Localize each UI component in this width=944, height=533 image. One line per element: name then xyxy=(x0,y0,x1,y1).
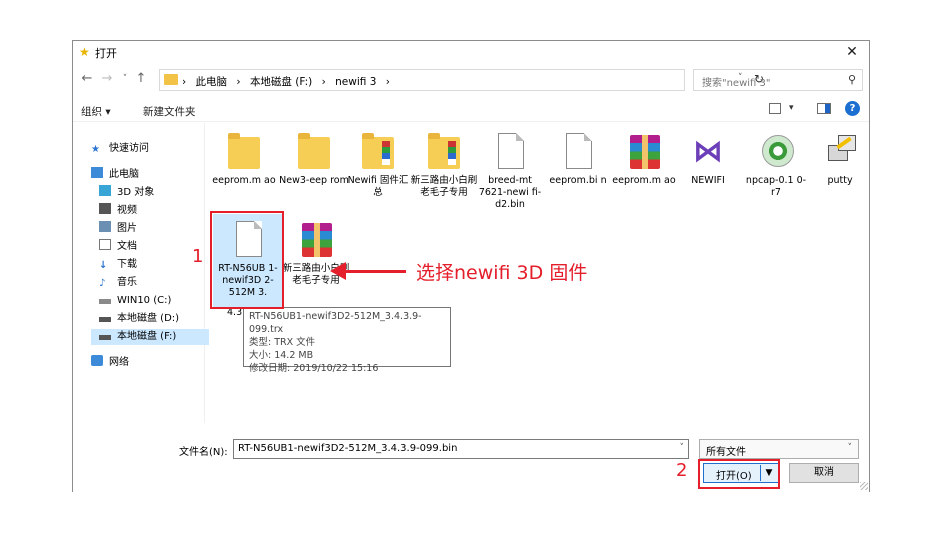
annotation-arrow-line xyxy=(344,270,406,273)
annotation-step-2: 2 xyxy=(676,460,688,481)
nav-documents[interactable]: 文档 xyxy=(99,239,137,255)
chevron-down-icon[interactable]: ▾ xyxy=(789,103,794,113)
window-title: 打开 xyxy=(95,47,117,60)
cube-icon xyxy=(99,185,111,196)
folder-icon xyxy=(424,131,464,173)
back-arrow-icon[interactable]: ← xyxy=(79,71,95,87)
star-icon: ★ xyxy=(91,144,100,155)
cancel-button[interactable]: 取消 xyxy=(789,463,859,483)
download-arrow-icon: ↓ xyxy=(99,260,108,271)
toolbar: 组织 ▾ 新建文件夹 ▾ ? xyxy=(73,99,869,122)
nav-drive-f[interactable]: 本地磁盘 (F:) xyxy=(91,329,209,345)
network-icon xyxy=(91,355,103,366)
file-item[interactable]: npcap-0.1 0-r7 xyxy=(741,131,811,199)
nav-music[interactable]: ♪ 音乐 xyxy=(99,275,137,291)
folder-icon xyxy=(358,131,398,173)
file-item[interactable]: 新三路由小白刷老毛子专用 xyxy=(409,131,479,199)
navigation-pane: ★ 快速访问 此电脑 3D 对象 视频 图片 文档 ↓ 下载 ♪ 音乐 WIN10 (… xyxy=(73,123,209,423)
organize-button[interactable]: 组织 ▾ xyxy=(81,104,111,119)
breadcrumb: › 此电脑 › 本地磁盘 (F:) › newifi 3 › xyxy=(182,74,396,89)
file-item[interactable]: breed-mt 7621-newi fi-d2.bin xyxy=(475,131,545,211)
archive-icon xyxy=(624,131,664,173)
chevron-down-icon[interactable]: ˅ xyxy=(680,443,685,453)
address-row: ← → ˅ ↑ › 此电脑 › 本地磁盘 (F:) › newifi 3 › ˅… xyxy=(73,69,869,91)
resize-grip[interactable] xyxy=(860,482,868,490)
file-item[interactable]: eeprom.bi n xyxy=(543,131,613,187)
search-input[interactable]: 搜索"newifi 3" ⚲ xyxy=(693,69,863,91)
annotation-step-1: 1 xyxy=(192,246,204,267)
breadcrumb-sep: › xyxy=(182,76,187,88)
preview-pane-icon[interactable] xyxy=(817,103,831,114)
folder-icon xyxy=(164,74,178,85)
forward-arrow-icon[interactable]: → xyxy=(99,71,115,87)
nav-drive-c[interactable]: WIN10 (C:) xyxy=(99,293,171,309)
help-icon[interactable]: ? xyxy=(845,101,860,116)
image-icon xyxy=(99,221,111,232)
drive-icon xyxy=(99,329,111,340)
drive-icon xyxy=(99,311,111,322)
computer-icon xyxy=(91,167,103,178)
nav-network[interactable]: 网络 xyxy=(91,355,129,371)
nav-pictures[interactable]: 图片 xyxy=(99,221,137,237)
nav-videos[interactable]: 视频 xyxy=(99,203,137,219)
recent-dropdown-icon[interactable]: ˅ xyxy=(117,71,133,87)
search-icon: ⚲ xyxy=(847,73,856,86)
file-item[interactable]: eeprom.m ao xyxy=(609,131,679,187)
document-icon xyxy=(99,239,111,250)
filename-input[interactable]: RT-N56UB1-newif3D2-512M_3.4.3.9-099.bin … xyxy=(233,439,689,459)
filename-value: RT-N56UB1-newif3D2-512M_3.4.3.9-099.bin xyxy=(238,443,458,454)
file-type-value: 所有文件 xyxy=(706,447,746,458)
breadcrumb-drive-f[interactable]: 本地磁盘 (F:) xyxy=(250,76,312,88)
view-options-icon[interactable] xyxy=(769,103,781,114)
chevron-down-icon: ˅ xyxy=(847,443,853,453)
visual-studio-icon: ⋈ xyxy=(693,134,723,169)
nav-this-pc[interactable]: 此电脑 xyxy=(91,167,139,183)
putty-icon xyxy=(820,131,860,173)
title-bar: ★ 打开 ✕ xyxy=(73,41,869,63)
nav-3d-objects[interactable]: 3D 对象 xyxy=(99,185,154,201)
file-item[interactable]: eeprom.m ao xyxy=(209,131,279,187)
address-bar[interactable]: › 此电脑 › 本地磁盘 (F:) › newifi 3 › ˅ ↻ xyxy=(159,69,764,91)
file-item[interactable]: New3-eep rom xyxy=(279,131,349,187)
folder-icon xyxy=(294,131,334,173)
breadcrumb-sep: › xyxy=(236,76,241,88)
file-item[interactable]: Newifi 固件汇总 xyxy=(343,131,413,199)
annotation-highlight-open xyxy=(698,459,780,489)
video-icon xyxy=(99,203,111,214)
breadcrumb-sep: › xyxy=(385,76,390,88)
file-tooltip: RT-N56UB1-newif3D2-512M_3.4.3.9-099.trx … xyxy=(243,307,451,374)
annotation-highlight-file xyxy=(210,211,284,309)
breadcrumb-this-pc[interactable]: 此电脑 xyxy=(196,76,228,88)
drive-icon xyxy=(99,293,111,304)
up-arrow-icon[interactable]: ↑ xyxy=(133,71,149,87)
breadcrumb-sep: › xyxy=(321,76,326,88)
nav-downloads[interactable]: ↓ 下载 xyxy=(99,257,137,273)
document-icon xyxy=(558,131,598,173)
filename-label: 文件名(N): xyxy=(179,447,228,458)
file-type-select[interactable]: 所有文件 ˅ xyxy=(699,439,859,459)
annotation-step-1-text: 选择newifi 3D 固件 xyxy=(416,262,588,284)
music-note-icon: ♪ xyxy=(99,278,106,289)
file-item[interactable]: ⋈ NEWIFI xyxy=(673,131,743,187)
search-placeholder: 搜索"newifi 3" xyxy=(702,78,771,89)
installer-disc-icon xyxy=(756,131,796,173)
nav-drive-d[interactable]: 本地磁盘 (D:) xyxy=(99,311,179,327)
new-folder-button[interactable]: 新建文件夹 xyxy=(143,104,196,119)
document-icon xyxy=(490,131,530,173)
folder-icon xyxy=(224,131,264,173)
close-button[interactable]: ✕ xyxy=(839,41,865,63)
star-icon: ★ xyxy=(79,45,90,59)
file-item[interactable]: putty xyxy=(805,131,875,187)
breadcrumb-newifi3[interactable]: newifi 3 xyxy=(335,76,376,88)
archive-icon xyxy=(296,219,336,261)
nav-quick-access[interactable]: ★ 快速访问 xyxy=(91,141,149,157)
